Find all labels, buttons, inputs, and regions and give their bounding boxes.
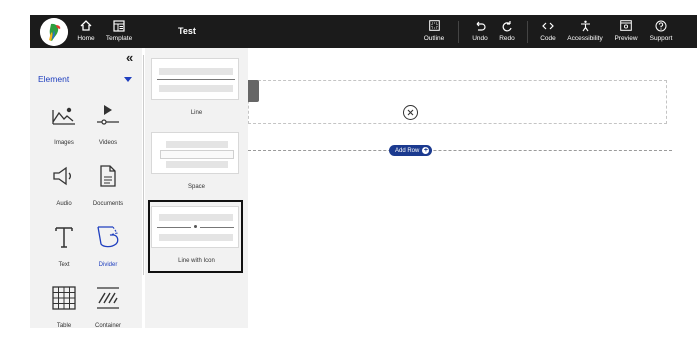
element-item-label: Videos — [98, 140, 118, 146]
accessibility-label: Accessibility — [567, 35, 603, 42]
undo-label: Undo — [472, 35, 488, 42]
redo-icon — [502, 20, 512, 31]
add-row-button[interactable]: Add Row + — [389, 145, 433, 156]
template-icon — [113, 19, 125, 32]
collapse-panel-button[interactable]: « — [126, 50, 133, 65]
add-row-label: Add Row — [395, 147, 420, 154]
panel-separator — [143, 55, 144, 275]
document-icon — [100, 165, 116, 187]
dot-icon — [194, 225, 197, 228]
divider-line-preview — [157, 79, 235, 80]
image-icon — [52, 107, 75, 125]
element-item-label: Audio — [56, 201, 72, 207]
element-item-images[interactable]: Images — [42, 98, 86, 156]
element-item-audio[interactable]: Audio — [42, 159, 86, 217]
video-icon — [97, 105, 119, 125]
element-item-videos[interactable]: Videos — [86, 98, 130, 156]
outline-label: Outline — [423, 35, 445, 42]
top-toolbar: Home Template Test Outline Undo Redo Cod… — [30, 15, 697, 48]
code-label: Code — [540, 35, 556, 42]
placeholder-block — [159, 234, 233, 241]
audio-icon — [53, 166, 71, 186]
element-item-divider[interactable]: Divider — [86, 220, 130, 278]
outline-button[interactable]: Outline — [422, 17, 446, 47]
template-label: Template — [105, 35, 133, 42]
element-item-label: Images — [54, 140, 74, 146]
support-button[interactable]: Support — [647, 17, 675, 47]
code-button[interactable]: Code — [536, 17, 560, 47]
document-title: Test — [178, 26, 196, 36]
outline-icon — [428, 20, 440, 31]
divider-variant-line[interactable] — [151, 58, 239, 100]
element-item-label: Divider — [98, 262, 118, 268]
container-icon — [97, 287, 119, 309]
close-icon — [407, 109, 414, 116]
divider-line-preview — [157, 227, 191, 228]
element-category-header[interactable]: Element — [38, 74, 69, 84]
undo-icon — [476, 21, 486, 31]
element-item-label: Text — [58, 262, 70, 268]
parrot-logo-icon — [40, 18, 68, 46]
home-icon — [80, 20, 92, 31]
divider-variant-line-with-icon[interactable] — [151, 206, 239, 248]
divider-variants-panel: Line Space Line with Icon — [145, 48, 248, 328]
canvas-row[interactable] — [248, 80, 667, 124]
divider-variant-space[interactable] — [151, 132, 239, 174]
variant-label-line-with-icon: Line with Icon — [178, 258, 215, 264]
add-row-guide — [248, 150, 672, 151]
remove-row-button[interactable] — [403, 105, 418, 120]
divider-icon — [97, 226, 119, 248]
text-icon — [55, 227, 73, 248]
variant-label-line: Line — [190, 110, 203, 116]
preview-button[interactable]: Preview — [612, 17, 640, 47]
element-item-label: Container — [94, 323, 121, 329]
placeholder-block — [166, 161, 228, 168]
preview-icon — [620, 20, 632, 31]
redo-label: Redo — [499, 35, 515, 42]
element-item-documents[interactable]: Documents — [86, 159, 130, 217]
element-item-label: Documents — [92, 201, 124, 207]
element-panel: « Element Images Videos Audio Documents … — [30, 48, 142, 329]
code-icon — [542, 22, 554, 29]
element-item-text[interactable]: Text — [42, 220, 86, 278]
element-item-container[interactable]: Container — [86, 281, 130, 339]
divider-line-preview — [200, 227, 234, 228]
chevron-down-icon[interactable] — [124, 77, 132, 82]
table-icon — [52, 286, 76, 310]
redo-button[interactable]: Redo — [497, 17, 517, 47]
app-logo[interactable] — [40, 18, 68, 46]
plus-icon: + — [422, 147, 430, 154]
variant-label-space: Space — [187, 184, 205, 190]
placeholder-block — [166, 141, 228, 148]
placeholder-block — [159, 85, 233, 92]
home-label: Home — [77, 35, 95, 42]
toolbar-separator — [458, 21, 459, 43]
element-item-label: Table — [56, 323, 72, 329]
undo-button[interactable]: Undo — [470, 17, 490, 47]
accessibility-button[interactable]: Accessibility — [566, 17, 604, 47]
space-preview — [160, 150, 234, 159]
toolbar-separator — [527, 21, 528, 43]
home-button[interactable]: Home — [74, 17, 98, 47]
support-label: Support — [649, 35, 673, 42]
accessibility-icon — [580, 20, 590, 31]
template-button[interactable]: Template — [104, 17, 134, 47]
placeholder-block — [159, 68, 233, 75]
row-drag-handle[interactable] — [248, 80, 259, 102]
element-item-table[interactable]: Table — [42, 281, 86, 339]
preview-label: Preview — [614, 35, 638, 42]
placeholder-block — [159, 214, 233, 221]
support-icon — [655, 20, 667, 31]
